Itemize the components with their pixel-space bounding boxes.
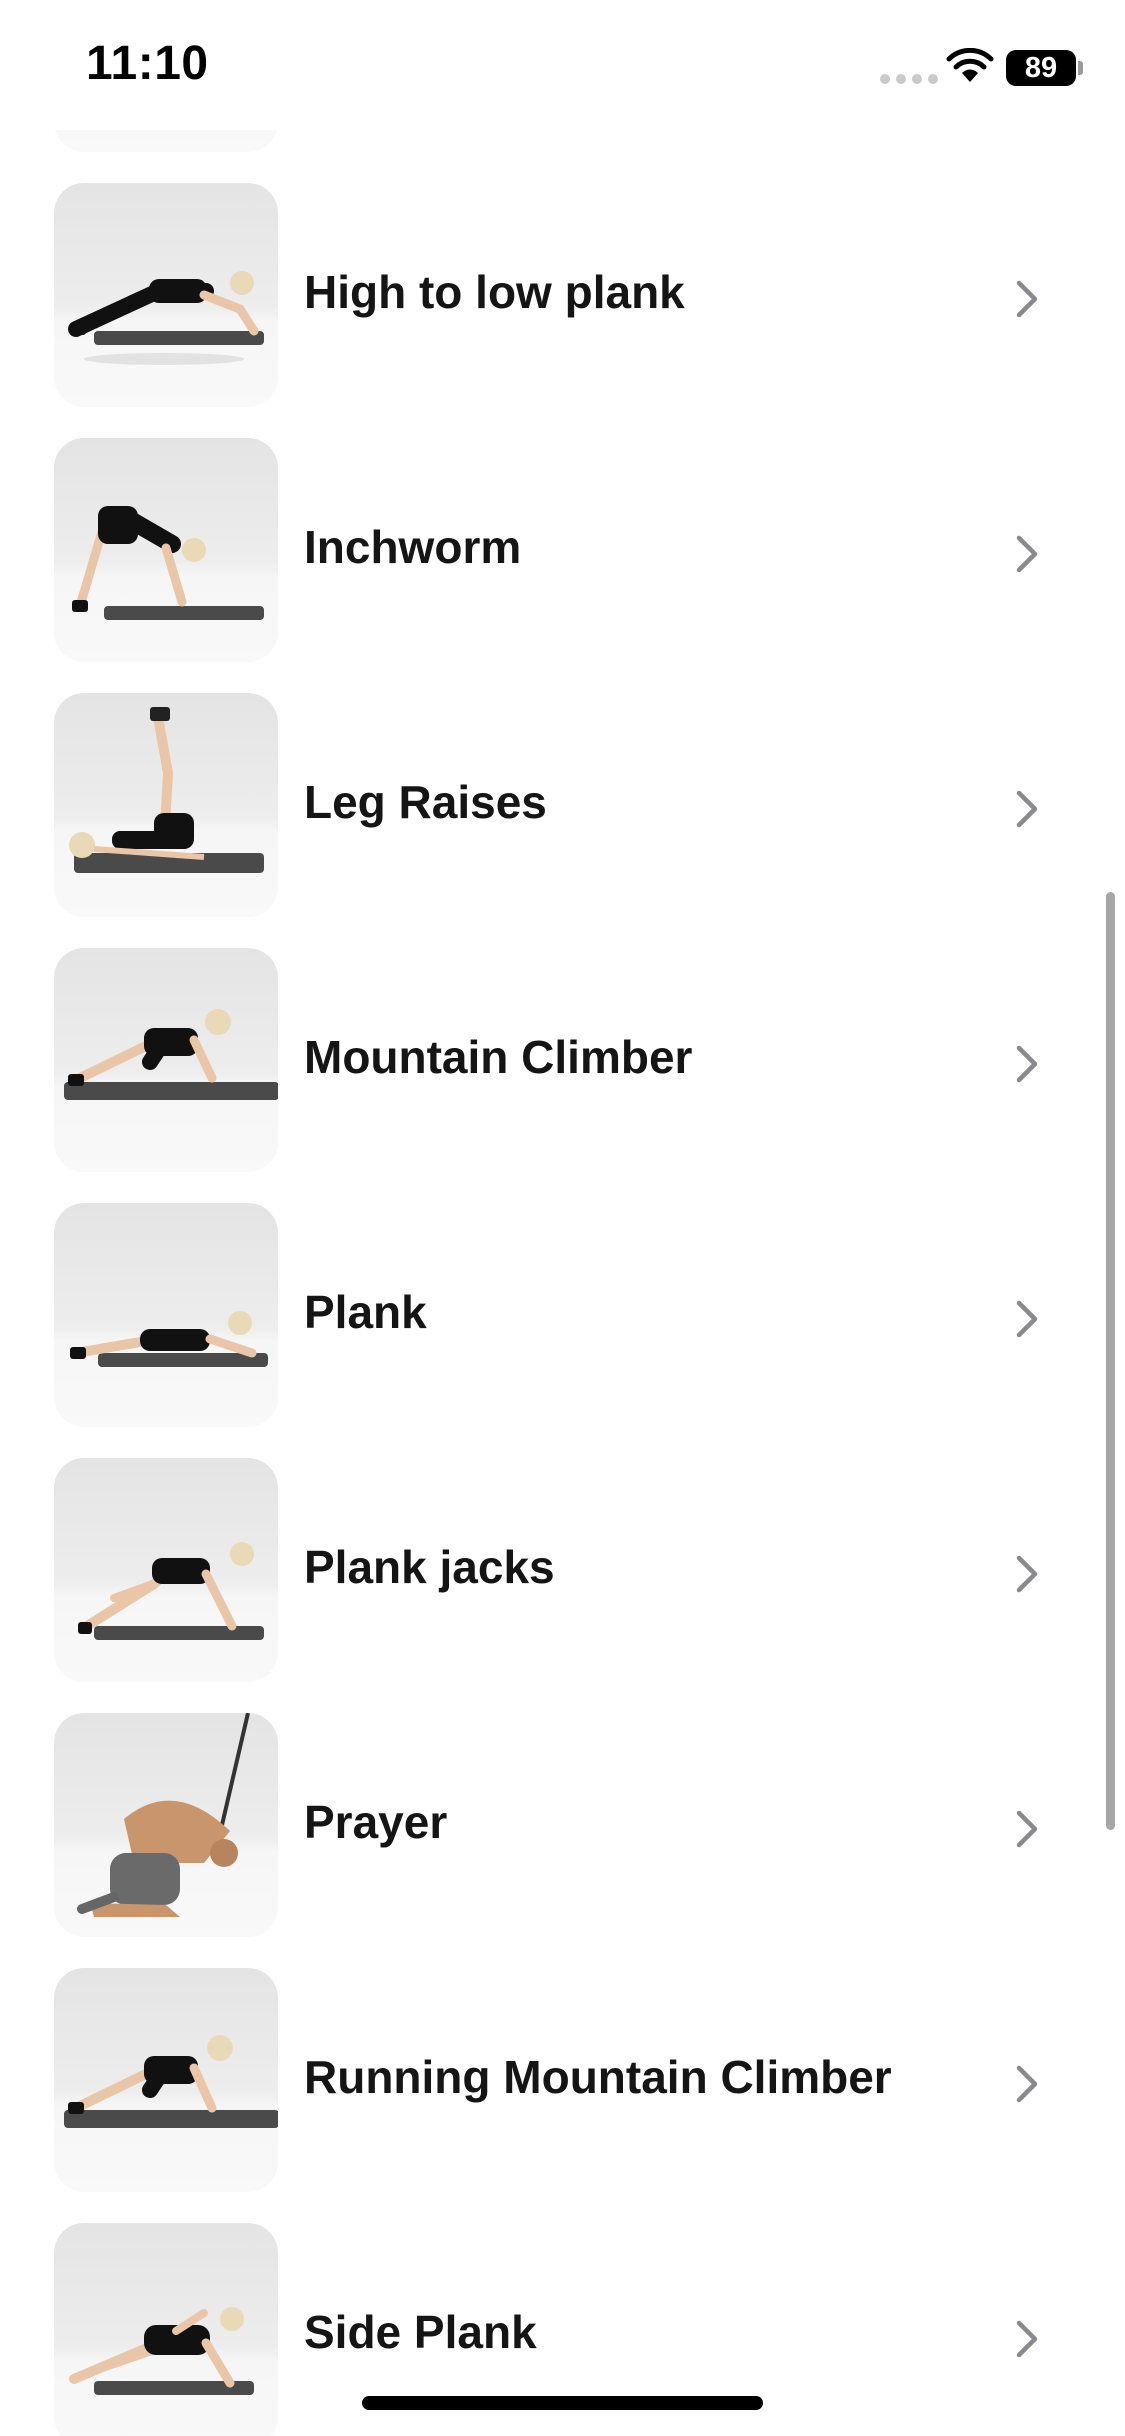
wifi-icon (946, 48, 994, 82)
cable-crunch-pose-image (77, 1713, 250, 1917)
battery-cap (1078, 61, 1083, 75)
exercise-row-inchworm[interactable]: Inchworm (0, 438, 1125, 693)
exercise-thumbnail (54, 1713, 278, 1937)
chevron-right-icon (1016, 2320, 1038, 2358)
exercise-name: Mountain Climber (304, 1031, 693, 1083)
exercise-thumbnail (54, 183, 278, 407)
plank-jacks-pose-image (78, 1542, 264, 1640)
status-bar: 11:10 89 (0, 0, 1125, 130)
exercise-row-leg-raises[interactable]: Leg Raises (0, 693, 1125, 948)
exercise-name: Leg Raises (304, 776, 547, 828)
mountain-climber-pose-image (64, 2035, 278, 2128)
chevron-right-icon (1016, 1555, 1038, 1593)
signal-dots-icon (880, 74, 938, 84)
exercise-thumbnail (54, 1458, 278, 1682)
exercise-row-high-to-low-plank[interactable]: High to low plank (0, 183, 1125, 438)
exercise-row-prayer[interactable]: Prayer (0, 1713, 1125, 1968)
exercise-thumbnail (54, 438, 278, 662)
exercise-list[interactable]: High to low plank Inchworm Leg Raises Mo… (0, 0, 1125, 2436)
exercise-row-mountain-climber[interactable]: Mountain Climber (0, 948, 1125, 1203)
plank-pose-image (70, 1311, 268, 1367)
battery-level: 89 (1024, 51, 1058, 84)
battery-icon: 89 (1006, 50, 1076, 86)
chevron-right-icon (1016, 535, 1038, 573)
scrollbar[interactable] (1106, 892, 1115, 1830)
exercise-row-plank-jacks[interactable]: Plank jacks (0, 1458, 1125, 1713)
exercise-thumbnail (54, 693, 278, 917)
chevron-right-icon (1016, 280, 1038, 318)
home-indicator[interactable] (362, 2396, 763, 2410)
chevron-right-icon (1016, 790, 1038, 828)
side-plank-pose-image (69, 2307, 254, 2395)
status-time: 11:10 (86, 37, 209, 90)
exercise-row-running-mountain-climber[interactable]: Running Mountain Climber (0, 1968, 1125, 2223)
inchworm-pose-image (72, 506, 264, 620)
chevron-right-icon (1016, 2065, 1038, 2103)
leg-raise-pose-image (69, 707, 264, 873)
exercise-name: Plank (304, 1286, 427, 1338)
exercise-name: Inchworm (304, 521, 522, 573)
exercise-thumbnail (54, 2223, 278, 2436)
exercise-name: Running Mountain Climber (304, 2051, 892, 2103)
exercise-name: Prayer (304, 1796, 448, 1848)
chevron-right-icon (1016, 1045, 1038, 1083)
plank-pose-image (68, 271, 264, 365)
chevron-right-icon (1016, 1810, 1038, 1848)
exercise-list-content: High to low plank Inchworm Leg Raises Mo… (0, 0, 1125, 2436)
exercise-name: Plank jacks (304, 1541, 555, 1593)
exercise-row-plank[interactable]: Plank (0, 1203, 1125, 1458)
exercise-name: High to low plank (304, 266, 685, 318)
exercise-thumbnail (54, 948, 278, 1172)
exercise-thumbnail (54, 1968, 278, 2192)
exercise-thumbnail (54, 1203, 278, 1427)
exercise-name: Side Plank (304, 2306, 537, 2358)
mountain-climber-pose-image (64, 1009, 278, 1100)
chevron-right-icon (1016, 1300, 1038, 1338)
